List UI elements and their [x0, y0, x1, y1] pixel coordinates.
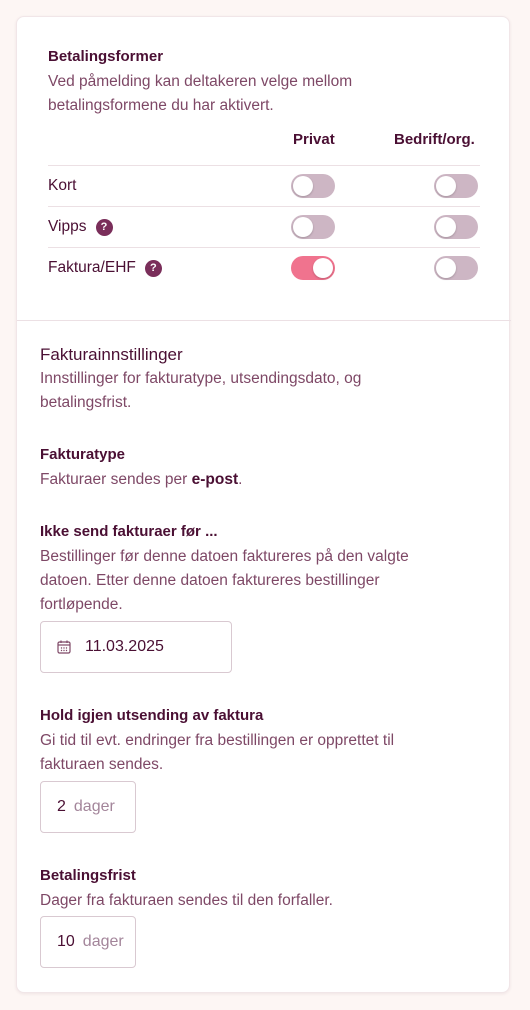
toggle-knob [436, 258, 456, 278]
section-divider [17, 320, 511, 321]
invoice-settings-header: Fakturainnstillinger Innstillinger for f… [40, 344, 480, 415]
invoice-type-title: Fakturatype [40, 446, 126, 463]
toggle-knob [436, 217, 456, 237]
invoice-settings-title: Fakturainnstillinger [40, 345, 183, 364]
not-before-date-input[interactable]: 11.03.2025 [40, 621, 232, 673]
payment-methods-title: Betalingsformer [48, 48, 164, 65]
hold-days-unit: dager [73, 798, 115, 815]
toggle-faktura-business[interactable] [434, 256, 478, 280]
invoice-type-section: Fakturatype Fakturaer sendes per e-post. [40, 445, 480, 492]
due-section: Betalingsfrist Dager fra fakturaen sende… [40, 866, 480, 913]
payment-methods-description: Ved påmelding kan deltakeren velge mello… [48, 73, 353, 114]
not-before-section: Ikke send fakturaer før ... Bestillinger… [40, 522, 480, 617]
invoice-type-desc-suffix: . [238, 471, 243, 488]
payment-row-vipps: Vipps ? [48, 206, 480, 247]
due-description: Dager fra fakturaen sendes til den forfa… [40, 892, 333, 909]
column-header-private: Privat [293, 131, 335, 148]
hold-days-input[interactable]: 2 dager [40, 781, 136, 833]
invoice-type-desc-text: Fakturaer sendes per [40, 471, 192, 488]
payment-row-label: Faktura/EHF ? [48, 259, 162, 277]
payment-method-name: Faktura/EHF [48, 259, 136, 276]
toggle-kort-private[interactable] [291, 174, 335, 198]
due-days-unit: dager [82, 933, 124, 950]
toggle-knob [436, 176, 456, 196]
due-days-value: 10 [57, 933, 75, 950]
payment-method-name: Vipps [48, 218, 87, 235]
not-before-description: Bestillinger før denne datoen faktureres… [40, 548, 409, 613]
toggle-kort-business[interactable] [434, 174, 478, 198]
toggle-knob [293, 176, 313, 196]
due-title: Betalingsfrist [40, 867, 136, 884]
settings-card: Betalingsformer Ved påmelding kan deltak… [16, 16, 511, 993]
toggle-vipps-business[interactable] [434, 215, 478, 239]
payment-row-label: Vipps ? [48, 218, 113, 236]
payment-row-faktura: Faktura/EHF ? [48, 247, 480, 288]
column-header-business: Bedrift/org. [394, 131, 475, 148]
hold-description: Gi tid til evt. endringer fra bestilling… [40, 732, 395, 773]
toggle-vipps-private[interactable] [291, 215, 335, 239]
help-icon[interactable]: ? [144, 259, 162, 277]
date-value: 11.03.2025 [85, 638, 164, 655]
toggle-faktura-private[interactable] [291, 256, 335, 280]
toggle-knob [313, 258, 333, 278]
hold-section: Hold igjen utsending av faktura Gi tid t… [40, 706, 480, 777]
toggle-knob [293, 217, 313, 237]
due-days-input[interactable]: 10 dager [40, 916, 136, 968]
invoice-type-description: Fakturaer sendes per e-post. [40, 468, 480, 492]
calendar-icon [57, 640, 71, 654]
payment-row-label: Kort [48, 177, 76, 195]
payment-row-kort: Kort [48, 165, 480, 206]
help-icon[interactable]: ? [95, 218, 113, 236]
payment-methods-header: Betalingsformer Ved påmelding kan deltak… [48, 47, 480, 118]
invoice-settings-description: Innstillinger for fakturatype, utsending… [40, 370, 362, 411]
hold-days-value: 2 [57, 798, 66, 815]
hold-title: Hold igjen utsending av faktura [40, 707, 264, 724]
payment-method-name: Kort [48, 177, 77, 194]
invoice-type-method: e-post [191, 471, 239, 488]
not-before-title: Ikke send fakturaer før ... [40, 523, 218, 540]
